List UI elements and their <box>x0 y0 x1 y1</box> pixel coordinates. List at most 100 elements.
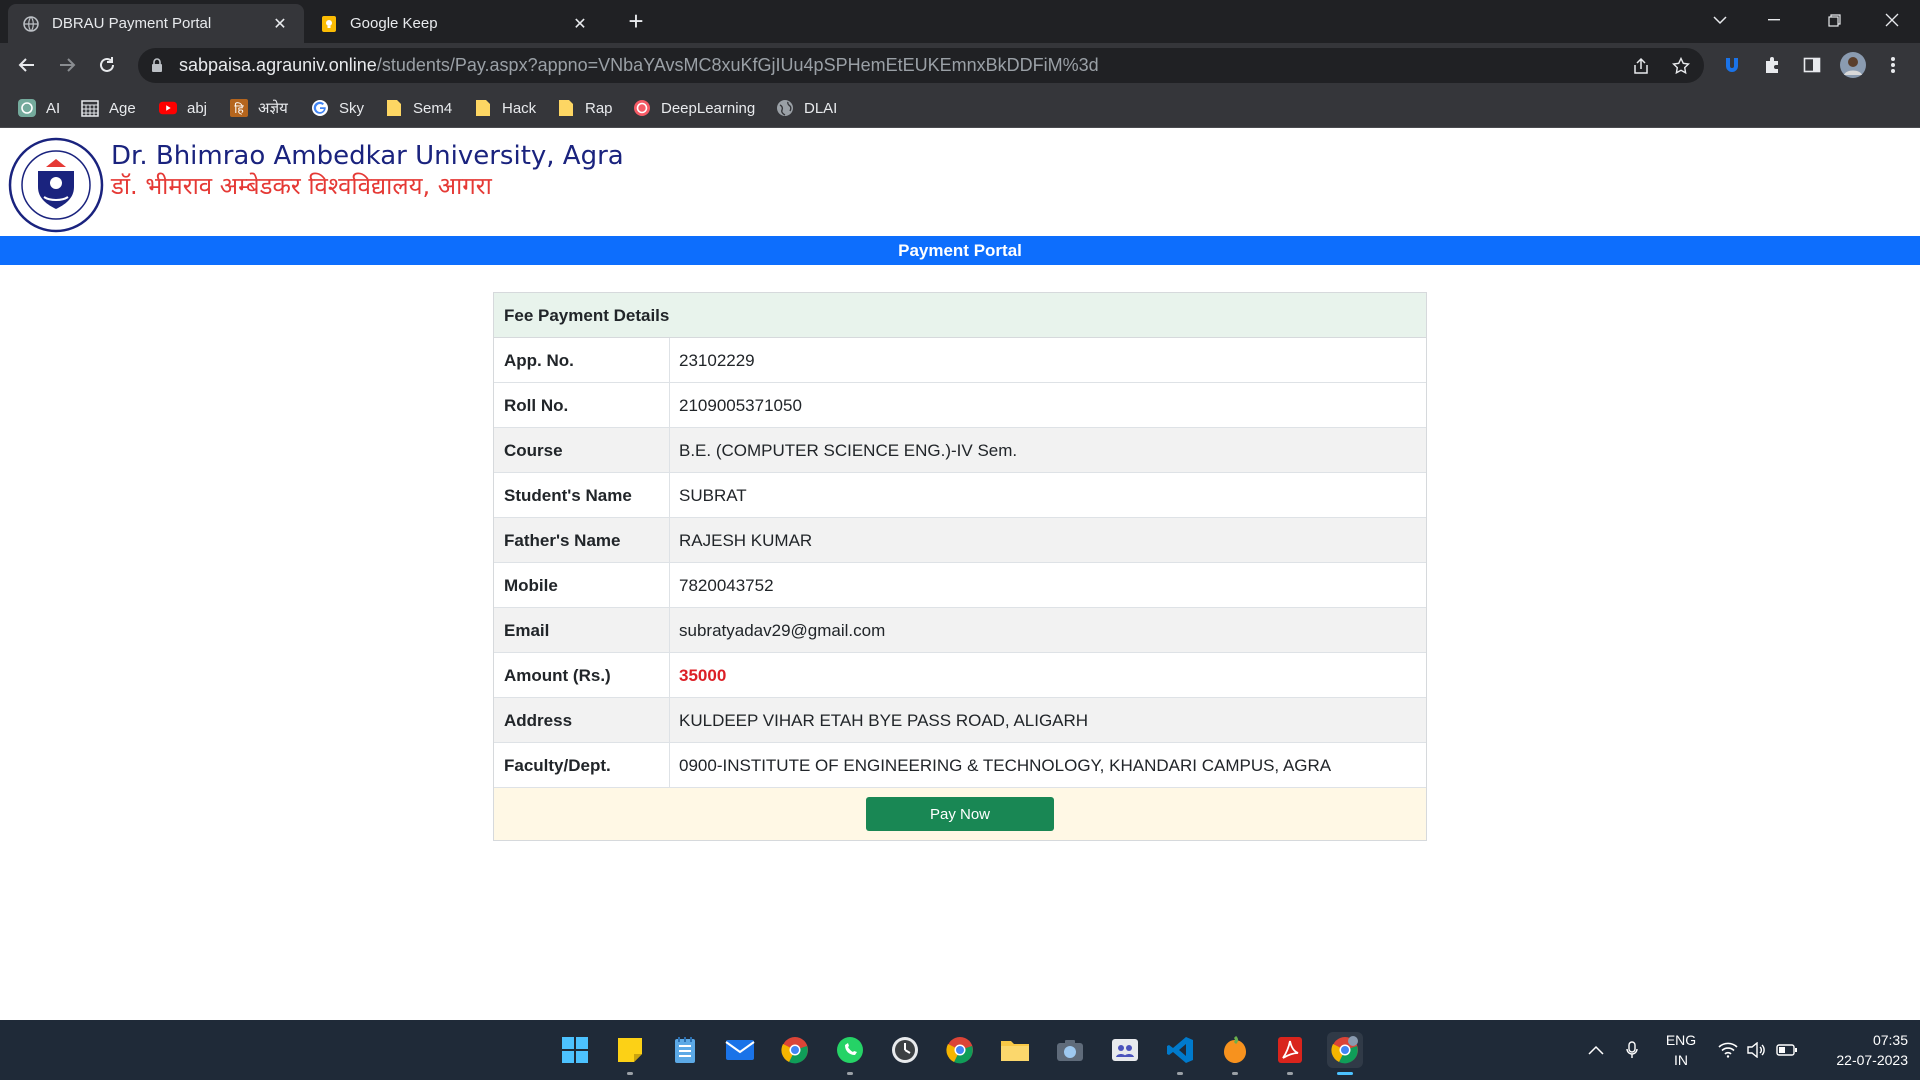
running-indicator <box>1177 1072 1183 1075</box>
volume-icon[interactable] <box>1746 1020 1766 1080</box>
file-explorer-icon[interactable] <box>997 1032 1033 1068</box>
fl-studio-icon[interactable] <box>1217 1032 1253 1075</box>
clock-app-icon[interactable] <box>887 1032 923 1068</box>
back-arrow-icon[interactable] <box>11 49 43 81</box>
battery-icon[interactable] <box>1776 1020 1798 1080</box>
row-value: 0900-INSTITUTE OF ENGINEERING & TECHNOLO… <box>679 756 1332 775</box>
close-window-icon[interactable] <box>1864 0 1920 40</box>
camera-icon[interactable] <box>1052 1032 1088 1068</box>
bookmark-label: AI <box>46 99 61 117</box>
language-region: IN <box>1674 1052 1688 1068</box>
url-host: sabpaisa.agrauniv.online <box>179 55 377 75</box>
whatsapp-icon[interactable] <box>832 1032 868 1075</box>
extension-blue-icon[interactable] <box>1717 50 1747 80</box>
wifi-icon[interactable] <box>1718 1020 1738 1080</box>
bookmark-label: Sky <box>339 99 365 117</box>
table-row-mobile: Mobile 7820043752 <box>494 563 1426 608</box>
bookmark-sky[interactable]: Sky <box>311 97 364 119</box>
mail-icon[interactable] <box>722 1032 758 1068</box>
table-row-student-name: Student's Name SUBRAT <box>494 473 1426 518</box>
row-label: Roll No. <box>494 383 670 427</box>
folder-icon <box>557 99 575 117</box>
bookmark-deeplearning[interactable]: DeepLearning <box>633 97 755 119</box>
globe-icon <box>22 15 40 33</box>
running-indicator <box>627 1072 633 1075</box>
reload-icon[interactable] <box>91 49 123 81</box>
bookmark-agyey[interactable]: हि अज्ञेय <box>230 97 288 119</box>
row-value: B.E. (COMPUTER SCIENCE ENG.)-IV Sem. <box>679 441 1018 460</box>
windows-taskbar: ENG IN 07:35 22-07-2023 <box>0 1020 1920 1080</box>
clock-date: 22-07-2023 <box>1836 1052 1908 1068</box>
profile-avatar[interactable] <box>1838 50 1868 80</box>
row-label: Faculty/Dept. <box>494 743 670 787</box>
show-hidden-icons-chevron-icon[interactable] <box>1588 1020 1604 1080</box>
table-row-address: Address KULDEEP VIHAR ETAH BYE PASS ROAD… <box>494 698 1426 743</box>
bookmark-label: Sem4 <box>413 99 453 117</box>
chrome-active-icon[interactable] <box>1327 1032 1363 1075</box>
table-row-father-name: Father's Name RAJESH KUMAR <box>494 518 1426 563</box>
acrobat-icon[interactable] <box>1272 1032 1308 1075</box>
microphone-icon[interactable] <box>1626 1020 1638 1080</box>
chrome-menu-icon[interactable] <box>1878 50 1908 80</box>
university-logo-icon <box>8 137 104 233</box>
row-label: Mobile <box>494 563 670 607</box>
notepad-icon[interactable] <box>667 1032 703 1068</box>
system-clock[interactable]: 07:35 22-07-2023 <box>1812 1030 1908 1070</box>
restore-icon[interactable] <box>1806 0 1862 40</box>
bookmark-label: abj <box>187 99 208 117</box>
lock-icon[interactable] <box>151 58 165 74</box>
row-label: App. No. <box>494 338 670 382</box>
fee-table-footer: Pay Now <box>494 788 1426 840</box>
forward-arrow-icon[interactable] <box>51 49 83 81</box>
browser-toolbar: sabpaisa.agrauniv.online/students/Pay.as… <box>0 43 1920 88</box>
share-icon[interactable] <box>1628 53 1654 79</box>
row-label: Email <box>494 608 670 652</box>
browser-tab-bar: DBRAU Payment Portal ✕ Google Keep ✕ + <box>0 0 1920 43</box>
table-row-roll-no: Roll No. 2109005371050 <box>494 383 1426 428</box>
minimize-icon[interactable] <box>1746 0 1802 40</box>
chrome-icon[interactable] <box>942 1032 978 1068</box>
bookmark-rap[interactable]: Rap <box>557 97 613 119</box>
table-row-email: Email subratyadav29@gmail.com <box>494 608 1426 653</box>
address-bar[interactable]: sabpaisa.agrauniv.online/students/Pay.as… <box>138 48 1704 83</box>
bookmark-ai[interactable]: AI <box>18 97 60 119</box>
windows-start-icon[interactable] <box>557 1032 593 1068</box>
tab-search-icon[interactable] <box>1692 0 1748 40</box>
row-label: Address <box>494 698 670 742</box>
bookmark-sem4[interactable]: Sem4 <box>385 97 452 119</box>
google-keep-icon <box>320 15 338 33</box>
google-icon <box>311 99 329 117</box>
close-tab-icon[interactable]: ✕ <box>570 14 590 34</box>
language-indicator[interactable]: ENG IN <box>1660 1030 1702 1070</box>
bookmark-age[interactable]: Age <box>81 97 136 119</box>
close-tab-icon[interactable]: ✕ <box>270 14 290 34</box>
running-indicator <box>1232 1072 1238 1075</box>
row-value: 2109005371050 <box>679 396 802 415</box>
youtube-icon <box>159 99 177 117</box>
bookmark-star-icon[interactable] <box>1668 53 1694 79</box>
teams-icon[interactable] <box>1107 1032 1143 1068</box>
bookmark-dlai[interactable]: DLAI <box>776 97 837 119</box>
extensions-puzzle-icon[interactable] <box>1757 50 1787 80</box>
bookmark-abj[interactable]: abj <box>159 97 207 119</box>
folder-icon <box>385 99 403 117</box>
vscode-icon[interactable] <box>1162 1032 1198 1075</box>
bookmark-label: DLAI <box>804 99 838 117</box>
sticky-notes-icon[interactable] <box>612 1032 648 1075</box>
new-tab-button[interactable]: + <box>622 8 650 36</box>
chrome-profile-icon[interactable] <box>777 1032 813 1068</box>
row-value: subratyadav29@gmail.com <box>679 621 886 640</box>
folder-icon <box>474 99 492 117</box>
tab-title: DBRAU Payment Portal <box>52 15 212 32</box>
table-row-amount: Amount (Rs.) 35000 <box>494 653 1426 698</box>
bookmarks-bar: AI Age abj हि अज्ञेय Sky Sem4 Hack Rap D… <box>0 88 1920 128</box>
tab-google-keep[interactable]: Google Keep ✕ <box>306 4 604 43</box>
side-panel-icon[interactable] <box>1797 50 1827 80</box>
bookmark-hack[interactable]: Hack <box>474 97 536 119</box>
row-label: Father's Name <box>494 518 670 562</box>
running-indicator <box>847 1072 853 1075</box>
tab-dbrau-payment-portal[interactable]: DBRAU Payment Portal ✕ <box>8 4 304 43</box>
pay-now-button[interactable]: Pay Now <box>866 797 1054 831</box>
bookmark-label: DeepLearning <box>661 99 756 117</box>
running-indicator <box>1287 1072 1293 1075</box>
